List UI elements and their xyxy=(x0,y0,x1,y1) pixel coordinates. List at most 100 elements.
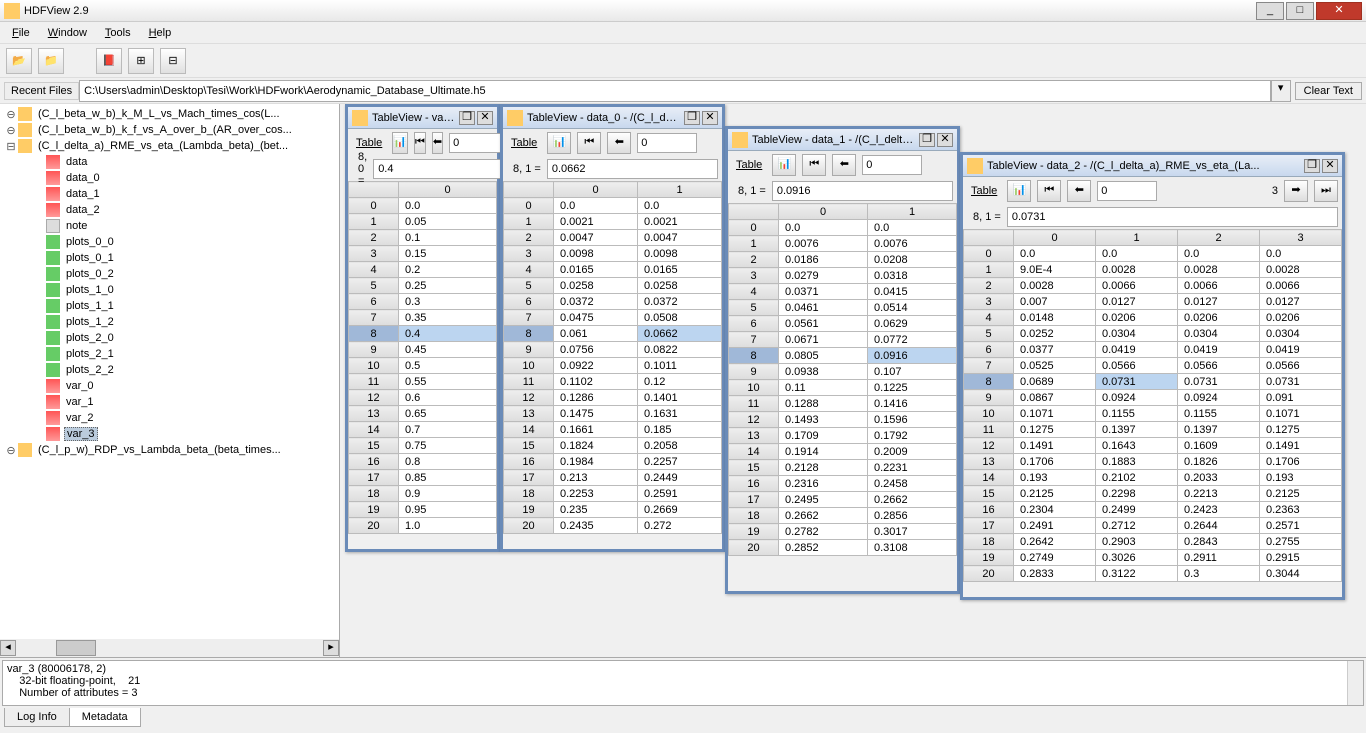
nav-first-button[interactable] xyxy=(802,154,826,176)
tool-button-2[interactable]: ⊟ xyxy=(160,48,186,74)
data-cell[interactable]: 0.107 xyxy=(868,364,957,380)
data-cell[interactable]: 0.0514 xyxy=(868,300,957,316)
data-cell[interactable]: 0.1397 xyxy=(1178,422,1260,438)
row-header[interactable]: 4 xyxy=(964,310,1014,326)
open-button[interactable] xyxy=(6,48,32,74)
data-cell[interactable]: 0.35 xyxy=(399,310,497,326)
row-header[interactable]: 20 xyxy=(349,518,399,534)
data-cell[interactable]: 0.0148 xyxy=(1014,310,1096,326)
tree-item[interactable]: plots_1_1 xyxy=(0,298,339,314)
data-cell[interactable]: 0.1225 xyxy=(868,380,957,396)
data-cell[interactable]: 0.0415 xyxy=(868,284,957,300)
nav-last-button[interactable] xyxy=(1314,180,1338,202)
tree-item[interactable]: note xyxy=(0,218,339,234)
row-header[interactable]: 11 xyxy=(349,374,399,390)
data-cell[interactable]: 0.2125 xyxy=(1014,486,1096,502)
data-cell[interactable]: 0.0127 xyxy=(1260,294,1342,310)
row-header[interactable]: 20 xyxy=(504,518,554,534)
tree-item[interactable]: plots_1_2 xyxy=(0,314,339,330)
data-cell[interactable]: 0.6 xyxy=(399,390,497,406)
data-cell[interactable]: 0.2491 xyxy=(1014,518,1096,534)
data-cell[interactable]: 0.55 xyxy=(399,374,497,390)
data-cell[interactable]: 0.0475 xyxy=(554,310,638,326)
data-cell[interactable]: 0.0028 xyxy=(1096,262,1178,278)
row-header[interactable]: 12 xyxy=(964,438,1014,454)
row-header[interactable]: 9 xyxy=(349,342,399,358)
data-cell[interactable]: 0.2128 xyxy=(779,460,868,476)
row-header[interactable]: 20 xyxy=(729,540,779,556)
data-cell[interactable]: 0.1491 xyxy=(1014,438,1096,454)
row-header[interactable]: 1 xyxy=(964,262,1014,278)
data-cell[interactable]: 0.9 xyxy=(399,486,497,502)
data-cell[interactable]: 0.2642 xyxy=(1014,534,1096,550)
data-cell[interactable]: 0.0916 xyxy=(868,348,957,364)
data-cell[interactable]: 0.0 xyxy=(779,220,868,236)
row-header[interactable]: 17 xyxy=(349,470,399,486)
row-header[interactable]: 14 xyxy=(504,422,554,438)
data-cell[interactable]: 0.0772 xyxy=(868,332,957,348)
row-header[interactable]: 9 xyxy=(729,364,779,380)
row-header[interactable]: 4 xyxy=(729,284,779,300)
data-cell[interactable]: 0.0076 xyxy=(779,236,868,252)
data-cell[interactable]: 0.0371 xyxy=(779,284,868,300)
column-header[interactable]: 0 xyxy=(779,204,868,220)
nav-prev-button[interactable] xyxy=(432,132,443,154)
data-cell[interactable]: 0.2495 xyxy=(779,492,868,508)
data-grid[interactable]: 012300.00.00.00.019.0E-40.00280.00280.00… xyxy=(963,229,1342,582)
window-close-button[interactable]: ✕ xyxy=(477,111,493,125)
data-cell[interactable]: 0.2662 xyxy=(779,508,868,524)
data-cell[interactable]: 0.05 xyxy=(399,214,497,230)
window-titlebar[interactable]: TableView - data_2 - /(C_l_delta_a)_RME_… xyxy=(963,155,1342,177)
data-cell[interactable]: 0.1596 xyxy=(868,412,957,428)
data-cell[interactable]: 0.0258 xyxy=(638,278,722,294)
data-cell[interactable]: 0.0066 xyxy=(1096,278,1178,294)
nav-prev-button[interactable] xyxy=(607,132,631,154)
data-cell[interactable]: 0.193 xyxy=(1260,470,1342,486)
nav-index-input[interactable] xyxy=(1097,181,1157,201)
row-header[interactable]: 2 xyxy=(504,230,554,246)
data-cell[interactable]: 0.0098 xyxy=(638,246,722,262)
tab-metadata[interactable]: Metadata xyxy=(69,708,141,727)
row-header[interactable]: 3 xyxy=(729,268,779,284)
data-cell[interactable]: 1.0 xyxy=(399,518,497,534)
row-header[interactable]: 8 xyxy=(349,326,399,342)
data-cell[interactable]: 0.2843 xyxy=(1178,534,1260,550)
table-menu[interactable]: Table xyxy=(967,183,1001,199)
data-cell[interactable]: 0.65 xyxy=(399,406,497,422)
row-header[interactable]: 11 xyxy=(729,396,779,412)
tree-item[interactable]: data_0 xyxy=(0,170,339,186)
row-header[interactable]: 14 xyxy=(964,470,1014,486)
data-cell[interactable]: 0.0206 xyxy=(1096,310,1178,326)
data-cell[interactable]: 0.2749 xyxy=(1014,550,1096,566)
data-cell[interactable]: 0.2102 xyxy=(1096,470,1178,486)
row-header[interactable]: 10 xyxy=(349,358,399,374)
data-cell[interactable]: 0.75 xyxy=(399,438,497,454)
data-cell[interactable]: 0.2304 xyxy=(1014,502,1096,518)
data-cell[interactable]: 0.1071 xyxy=(1260,406,1342,422)
data-cell[interactable]: 0.061 xyxy=(554,326,638,342)
data-cell[interactable]: 0.12 xyxy=(638,374,722,390)
window-titlebar[interactable]: TableView - var_3 - ...❐✕ xyxy=(348,107,497,129)
tree-item[interactable]: plots_2_1 xyxy=(0,346,339,362)
data-cell[interactable]: 0.0258 xyxy=(554,278,638,294)
data-cell[interactable]: 0.2856 xyxy=(868,508,957,524)
data-cell[interactable]: 0.0419 xyxy=(1096,342,1178,358)
chart-button[interactable] xyxy=(1007,180,1031,202)
row-header[interactable]: 7 xyxy=(729,332,779,348)
data-cell[interactable]: 0.235 xyxy=(554,502,638,518)
data-cell[interactable]: 0.0 xyxy=(1096,246,1178,262)
data-cell[interactable]: 0.0208 xyxy=(868,252,957,268)
tree-item[interactable]: plots_0_1 xyxy=(0,250,339,266)
data-cell[interactable]: 0.1706 xyxy=(1014,454,1096,470)
data-cell[interactable]: 0.0165 xyxy=(638,262,722,278)
column-header[interactable]: 3 xyxy=(1260,230,1342,246)
data-cell[interactable]: 0.2125 xyxy=(1260,486,1342,502)
data-cell[interactable]: 0.0318 xyxy=(868,268,957,284)
data-cell[interactable]: 0.5 xyxy=(399,358,497,374)
row-header[interactable]: 17 xyxy=(964,518,1014,534)
data-cell[interactable]: 0.2852 xyxy=(779,540,868,556)
window-restore-button[interactable]: ❐ xyxy=(919,133,935,147)
column-header[interactable]: 1 xyxy=(868,204,957,220)
row-header[interactable]: 15 xyxy=(504,438,554,454)
window-titlebar[interactable]: TableView - data_0 - /(C_l_delta_a)_RME_… xyxy=(503,107,722,129)
